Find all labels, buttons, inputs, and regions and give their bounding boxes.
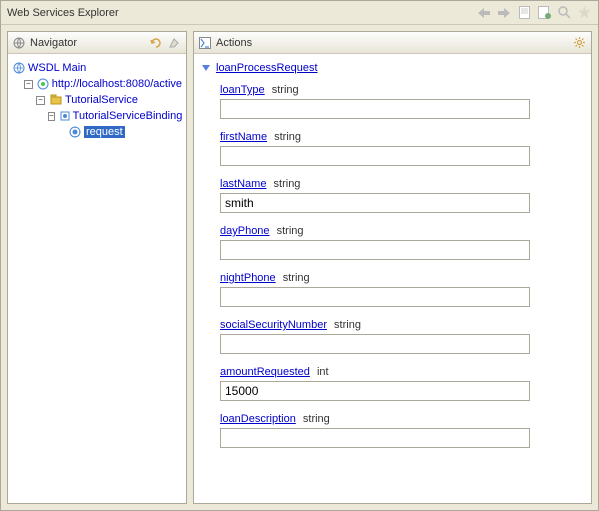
- field-label[interactable]: loanType: [220, 84, 265, 96]
- clear-icon[interactable]: [166, 35, 182, 51]
- field-label[interactable]: amountRequested: [220, 366, 310, 378]
- refresh-icon[interactable]: [148, 35, 164, 51]
- actions-body: loanProcessRequest loanType string first…: [194, 54, 591, 503]
- field-input-nightPhone[interactable]: [220, 287, 530, 307]
- field-input-loanType[interactable]: [220, 99, 530, 119]
- search-icon[interactable]: [556, 5, 572, 21]
- field-label[interactable]: dayPhone: [220, 225, 270, 237]
- star-icon[interactable]: [576, 5, 592, 21]
- navigator-panel: Navigator WSDL Main − http://localhost:8…: [7, 31, 187, 504]
- back-icon[interactable]: [476, 5, 492, 21]
- endpoint-icon: [37, 77, 50, 91]
- tree-root-label[interactable]: WSDL Main: [28, 62, 86, 74]
- service-icon: [49, 93, 63, 107]
- tree-binding[interactable]: − TutorialServiceBinding: [12, 108, 182, 124]
- page-icon[interactable]: [516, 5, 532, 21]
- collapse-triangle-icon[interactable]: [202, 65, 210, 71]
- field-input-amountRequested[interactable]: [220, 381, 530, 401]
- tree-operation-label[interactable]: request: [84, 126, 125, 138]
- field-label[interactable]: lastName: [220, 178, 266, 190]
- field-type: string: [272, 84, 299, 96]
- field-nightPhone: nightPhone string: [220, 272, 585, 307]
- field-socialSecurityNumber: socialSecurityNumber string: [220, 319, 585, 354]
- field-label[interactable]: nightPhone: [220, 272, 276, 284]
- field-type: string: [334, 319, 361, 331]
- tree-service[interactable]: − TutorialService: [12, 92, 182, 108]
- page-add-icon[interactable]: [536, 5, 552, 21]
- binding-icon: [59, 109, 71, 123]
- field-input-socialSecurityNumber[interactable]: [220, 334, 530, 354]
- tree-service-label[interactable]: TutorialService: [65, 94, 138, 106]
- actions-icon: [198, 36, 212, 50]
- section-link[interactable]: loanProcessRequest: [216, 62, 318, 74]
- field-type: int: [317, 366, 329, 378]
- titlebar: Web Services Explorer: [1, 1, 598, 25]
- field-label[interactable]: socialSecurityNumber: [220, 319, 327, 331]
- field-label[interactable]: loanDescription: [220, 413, 296, 425]
- field-input-firstName[interactable]: [220, 146, 530, 166]
- field-type: string: [274, 131, 301, 143]
- field-firstName: firstName string: [220, 131, 585, 166]
- field-type: string: [303, 413, 330, 425]
- operation-icon: [68, 125, 82, 139]
- expander-icon[interactable]: −: [48, 112, 55, 121]
- navigator-icon: [12, 36, 26, 50]
- field-type: string: [283, 272, 310, 284]
- field-type: string: [274, 178, 301, 190]
- actions-title: Actions: [216, 37, 567, 49]
- field-label[interactable]: firstName: [220, 131, 267, 143]
- field-type: string: [277, 225, 304, 237]
- field-loanDescription: loanDescription string: [220, 413, 585, 448]
- window-title: Web Services Explorer: [7, 7, 476, 19]
- tree-endpoint-label[interactable]: http://localhost:8080/active: [52, 78, 182, 90]
- field-dayPhone: dayPhone string: [220, 225, 585, 260]
- field-input-loanDescription[interactable]: [220, 428, 530, 448]
- field-amountRequested: amountRequested int: [220, 366, 585, 401]
- expander-icon[interactable]: −: [36, 96, 45, 105]
- tree-root[interactable]: WSDL Main: [12, 60, 182, 76]
- field-lastName: lastName string: [220, 178, 585, 213]
- tree-binding-label[interactable]: TutorialServiceBinding: [73, 110, 183, 122]
- forward-icon[interactable]: [496, 5, 512, 21]
- tree-endpoint[interactable]: − http://localhost:8080/active: [12, 76, 182, 92]
- actions-panel: Actions loanProcessRequest loanType stri…: [193, 31, 592, 504]
- navigator-title: Navigator: [30, 37, 144, 49]
- expander-icon[interactable]: −: [24, 80, 33, 89]
- gear-icon[interactable]: [571, 35, 587, 51]
- field-input-lastName[interactable]: [220, 193, 530, 213]
- navigator-tree: WSDL Main − http://localhost:8080/active…: [8, 54, 186, 146]
- tree-operation[interactable]: request: [12, 124, 182, 140]
- wsdl-icon: [12, 61, 26, 75]
- field-input-dayPhone[interactable]: [220, 240, 530, 260]
- field-loanType: loanType string: [220, 84, 585, 119]
